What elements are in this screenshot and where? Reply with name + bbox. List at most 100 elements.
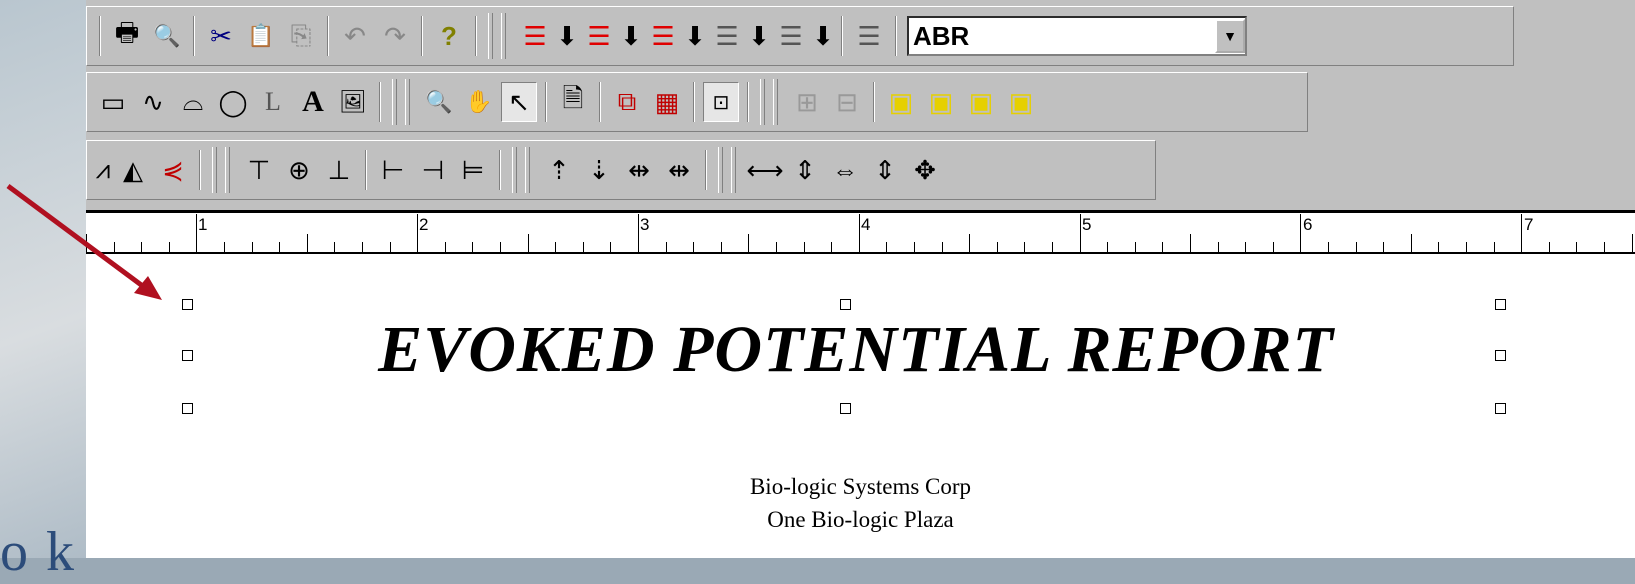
curve-icon[interactable]: ∿: [135, 82, 171, 122]
toolbar-grip[interactable]: [485, 13, 509, 59]
snap-grid-icon[interactable]: ⊡: [703, 82, 739, 122]
section-header-icon[interactable]: ☰: [517, 16, 553, 56]
resize-handle-bottom-center[interactable]: [840, 403, 851, 414]
help-icon[interactable]: ?: [431, 16, 467, 56]
print-icon[interactable]: 🖶: [109, 16, 145, 56]
resize-handle-top-center[interactable]: [840, 299, 851, 310]
report-title-text[interactable]: EVOKED POTENTIAL REPORT: [256, 312, 1456, 388]
same-height-icon[interactable]: ⇕: [867, 150, 903, 190]
size-grid-icon[interactable]: ⊟: [829, 82, 865, 122]
arrow-down-icon[interactable]: ⬇: [812, 16, 834, 56]
toolbar-standard: 🖶 🔍 ✂ 📋 ⎘ ↶ ↷ ? ☰ ⬇ ☰ ⬇ ☰ ⬇ ☰ ⬇ ☰ ⬇ ☰ AB…: [86, 6, 1514, 66]
flip-vertical-icon[interactable]: ⋞: [155, 150, 191, 190]
widen-icon[interactable]: ⇹: [621, 150, 657, 190]
group-icon[interactable]: ⧉: [609, 82, 645, 122]
align-top-icon[interactable]: ⊤: [241, 150, 277, 190]
paste-icon[interactable]: 📋: [243, 16, 279, 56]
bring-forward-icon[interactable]: ▣: [963, 82, 999, 122]
ruler-tick: [1245, 242, 1247, 252]
send-backward-icon[interactable]: ▣: [1003, 82, 1039, 122]
ruler-tick: [831, 242, 833, 252]
space-vertical-icon[interactable]: ⇕: [787, 150, 823, 190]
toolbar-grip[interactable]: [209, 147, 233, 193]
separator: [873, 82, 875, 122]
copy-icon[interactable]: ⎘: [283, 16, 319, 56]
flip-icon[interactable]: ⩘: [95, 150, 111, 190]
toolbar-grip[interactable]: [715, 147, 739, 193]
ruler-tick: [886, 242, 888, 252]
cut-icon[interactable]: ✂: [203, 16, 239, 56]
separator: [193, 16, 195, 56]
section-list-icon[interactable]: ☰: [851, 16, 887, 56]
properties-icon[interactable]: 🗎: [555, 82, 591, 122]
zoom-icon[interactable]: 🔍: [421, 82, 457, 122]
resize-handle-middle-right[interactable]: [1495, 350, 1506, 361]
same-width-icon[interactable]: ⇔: [827, 150, 863, 190]
resize-handle-bottom-left[interactable]: [182, 403, 193, 414]
line-icon[interactable]: L: [255, 82, 291, 122]
text-tool-icon[interactable]: A: [295, 82, 331, 122]
rectangle-icon[interactable]: ▭: [95, 82, 131, 122]
align-center-icon[interactable]: ⊣: [415, 150, 451, 190]
ruler-tick: [1272, 242, 1274, 252]
bring-to-front-icon[interactable]: ▣: [883, 82, 919, 122]
align-grid-icon[interactable]: ⊞: [789, 82, 825, 122]
space-horizontal-icon[interactable]: ⟷: [746, 150, 783, 190]
arrow-down-icon[interactable]: ⬇: [684, 16, 706, 56]
align-middle-icon[interactable]: ⊕: [281, 150, 317, 190]
ruler-tick: [638, 214, 639, 252]
separator: [705, 150, 707, 190]
flip-horizontal-icon[interactable]: ◭: [115, 150, 151, 190]
ungroup-icon[interactable]: ▦: [649, 82, 685, 122]
freeform-icon[interactable]: ⌓: [175, 82, 211, 122]
report-page[interactable]: EVOKED POTENTIAL REPORT Bio-logic System…: [86, 254, 1635, 558]
ruler-tick: [776, 242, 777, 252]
resize-handle-top-right[interactable]: [1495, 299, 1506, 310]
align-right-icon[interactable]: ⊨: [455, 150, 491, 190]
ruler-tick: [720, 242, 722, 252]
section-summary-icon[interactable]: ☰: [709, 16, 745, 56]
ruler-tick: [1521, 214, 1523, 252]
align-bottom-icon[interactable]: ⊥: [321, 150, 357, 190]
send-to-back-icon[interactable]: ▣: [923, 82, 959, 122]
select-pointer-icon[interactable]: ↖: [501, 82, 537, 122]
resize-handle-top-left[interactable]: [182, 299, 193, 310]
company-name[interactable]: Bio-logic Systems Corp: [86, 474, 1635, 500]
ruler-tick: [665, 242, 667, 252]
resize-handle-bottom-right[interactable]: [1495, 403, 1506, 414]
arrow-down-icon[interactable]: ⬇: [620, 16, 642, 56]
ruler-tick: [389, 242, 391, 252]
arrow-down-icon[interactable]: ⬇: [748, 16, 770, 56]
image-tool-icon[interactable]: 🖼: [335, 82, 371, 122]
section-detail-icon[interactable]: ☰: [645, 16, 681, 56]
toolbar-grip[interactable]: [509, 147, 533, 193]
section-body-icon[interactable]: ☰: [581, 16, 617, 56]
section-footer-icon[interactable]: ☰: [773, 16, 809, 56]
print-preview-icon[interactable]: 🔍: [149, 16, 185, 56]
ruler-tick: [141, 242, 143, 252]
move-up-icon[interactable]: ⇡: [541, 150, 577, 190]
move-down-icon[interactable]: ⇣: [581, 150, 617, 190]
report-section-select[interactable]: ABR ▼: [907, 16, 1247, 56]
resize-handle-middle-left[interactable]: [182, 350, 193, 361]
separator: [841, 16, 843, 56]
arrow-down-icon[interactable]: ⬇: [556, 16, 578, 56]
ruler-tick: [914, 242, 915, 252]
pan-hand-icon[interactable]: ✋: [461, 82, 497, 122]
ruler-tick: [1493, 242, 1495, 252]
undo-icon[interactable]: ↶: [337, 16, 373, 56]
dropdown-arrow-icon[interactable]: ▼: [1215, 19, 1245, 53]
background-logo-fragment: o k: [0, 521, 76, 583]
ellipse-icon[interactable]: ◯: [215, 82, 251, 122]
align-left-icon[interactable]: ⊢: [375, 150, 411, 190]
ruler-tick: [1355, 242, 1357, 252]
toolbar-grip[interactable]: [389, 79, 413, 125]
same-size-icon[interactable]: ✥: [907, 150, 943, 190]
toolbar-grip[interactable]: [757, 79, 781, 125]
ruler-mark: 3: [640, 215, 650, 234]
company-address[interactable]: One Bio-logic Plaza: [86, 507, 1635, 533]
narrow-icon[interactable]: ⇹: [661, 150, 697, 190]
redo-icon[interactable]: ↷: [377, 16, 413, 56]
separator: [895, 16, 897, 56]
ruler-tick: [748, 234, 750, 252]
